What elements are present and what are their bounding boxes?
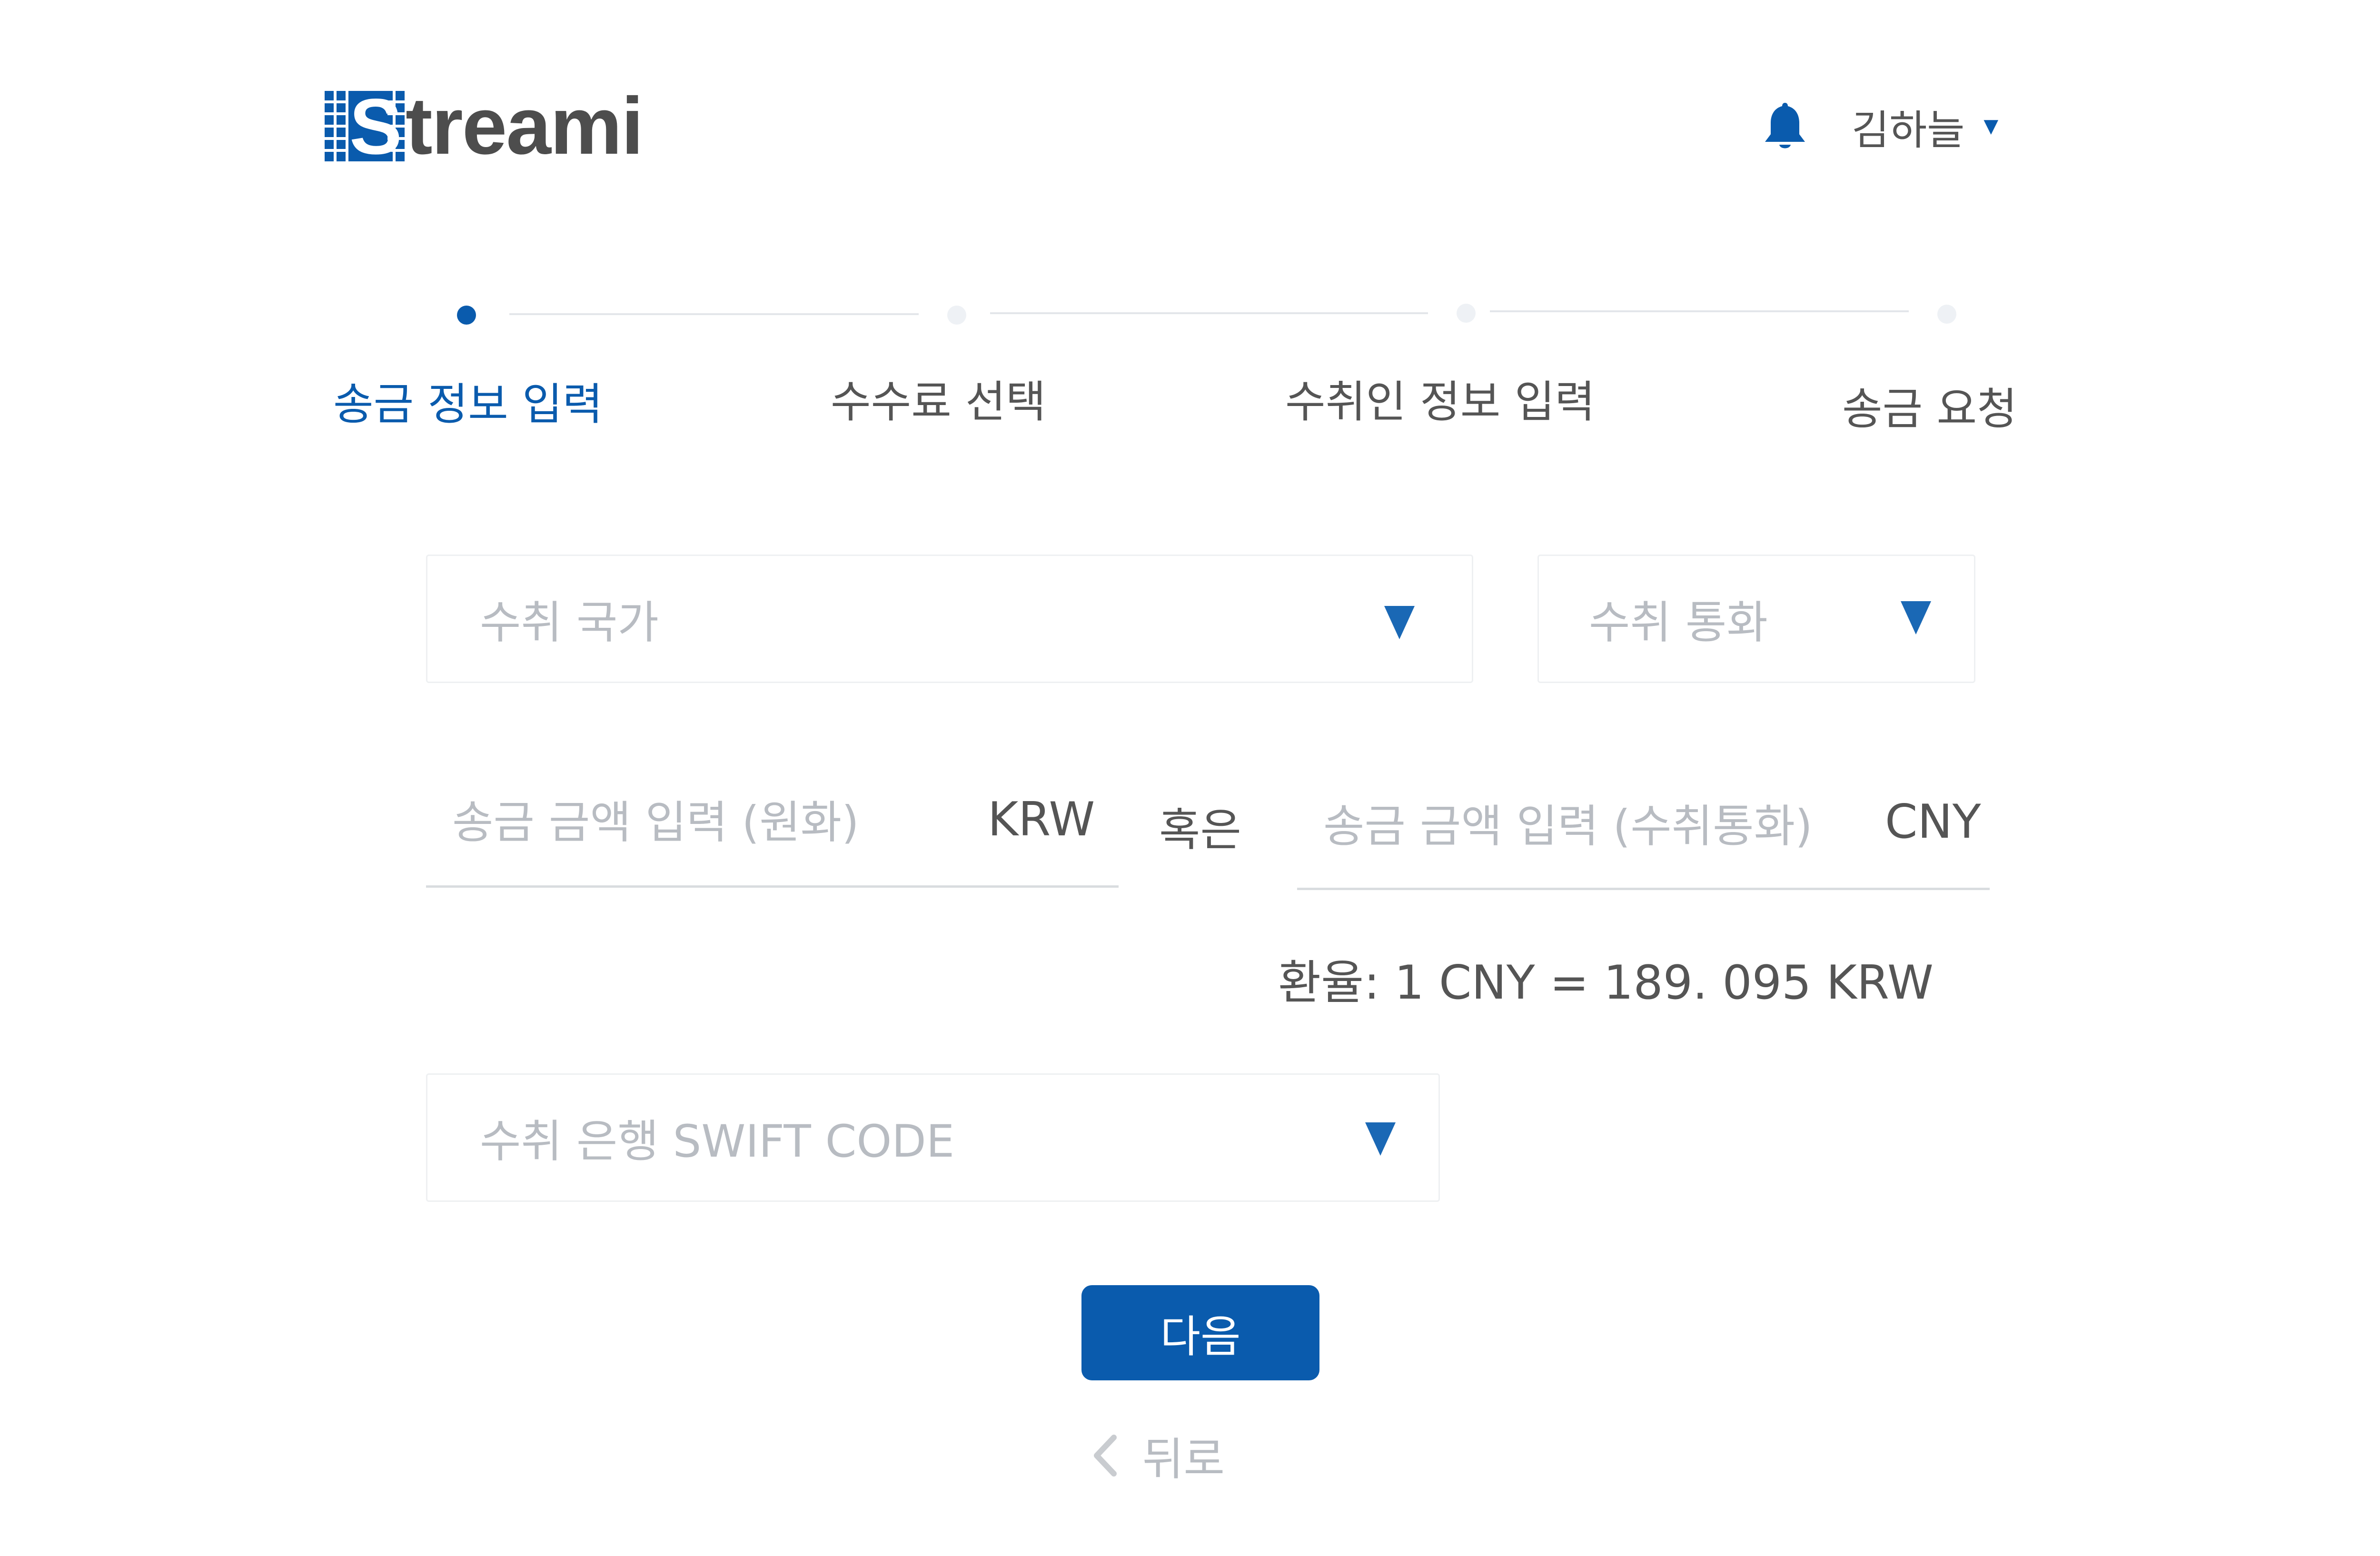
bell-icon[interactable] — [1761, 100, 1809, 152]
country-select-placeholder: 수취 국가 — [480, 597, 659, 649]
country-select[interactable]: 수취 국가 — [426, 555, 1473, 683]
krw-amount-placeholder: 송금 금액 입력 (원화) — [452, 797, 859, 849]
swift-code-select[interactable]: 수취 은행 SWIFT CODE — [426, 1073, 1440, 1202]
step-label-recipient-info: 수취인 정보 입력 — [1285, 377, 1595, 427]
step-label-send-info: 송금 정보 입력 — [333, 379, 603, 430]
back-label: 뒤로 — [1142, 1434, 1225, 1486]
chevron-down-icon — [1365, 1122, 1396, 1156]
cny-unit-label: CNY — [1885, 795, 1981, 849]
step-dot-1 — [457, 306, 476, 325]
foreign-amount-placeholder: 송금 금액 입력 (수취통화) — [1323, 800, 1813, 852]
exchange-rate-text: 환율: 1 CNY = 189. 095 KRW — [1278, 956, 1934, 1010]
logo-letter: S — [349, 83, 402, 171]
step-label-send-request: 송금 요청 — [1842, 384, 2017, 435]
chevron-down-icon — [1384, 606, 1415, 639]
step-line-1 — [509, 313, 919, 315]
step-dot-4 — [1937, 305, 1956, 324]
user-menu[interactable]: 김하늘 ▼ — [1761, 95, 1998, 157]
step-dot-3 — [1457, 304, 1476, 323]
chevron-down-icon — [1901, 601, 1931, 634]
logo-grid-mark: S — [325, 83, 405, 171]
krw-unit-label: KRW — [988, 793, 1095, 847]
currency-select[interactable]: 수취 통화 — [1537, 555, 1975, 683]
step-dot-2 — [947, 306, 966, 325]
swift-code-placeholder: 수취 은행 SWIFT CODE — [480, 1116, 955, 1168]
next-button[interactable]: 다음 — [1081, 1285, 1319, 1380]
back-link[interactable]: 뒤로 — [1090, 1423, 1225, 1488]
currency-select-placeholder: 수취 통화 — [1589, 597, 1768, 649]
user-name[interactable]: 김하늘 — [1852, 97, 1964, 156]
step-line-3 — [1490, 310, 1909, 312]
step-line-2 — [990, 312, 1428, 314]
step-label-fee-select: 수수료 선택 — [831, 377, 1046, 427]
brand-logo[interactable]: S treami — [325, 81, 644, 171]
or-label: 혹은 — [1159, 804, 1241, 856]
chevron-left-icon — [1094, 1435, 1117, 1477]
logo-wordmark: treami — [406, 81, 644, 171]
caret-down-icon[interactable]: ▼ — [1983, 115, 1998, 137]
